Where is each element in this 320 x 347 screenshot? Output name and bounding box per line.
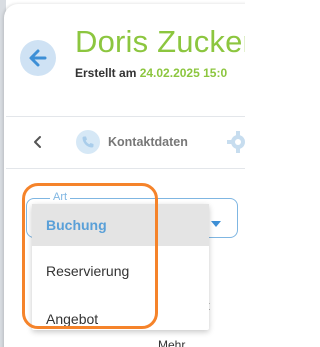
gear-icon[interactable] (226, 130, 245, 154)
created-prefix: Erstellt am (75, 66, 140, 80)
option-buchung[interactable]: Buchung (32, 204, 209, 246)
art-select-label: Art (50, 191, 71, 203)
tab-label: Kontaktdaten (108, 135, 188, 149)
page-title: Doris Zucker (75, 24, 245, 59)
option-angebot[interactable]: Angebot (32, 298, 209, 340)
tab-kontaktdaten[interactable]: Kontaktdaten (76, 128, 188, 156)
phone-icon (76, 130, 100, 154)
divider (6, 168, 245, 169)
art-dropdown-menu: Buchung Reservierung Angebot (32, 204, 209, 330)
created-date: 24.02.2025 15:0 (139, 66, 228, 80)
chevron-left-icon (34, 136, 41, 148)
back-button[interactable] (20, 40, 56, 76)
arrow-left-icon (29, 49, 47, 67)
option-reservierung[interactable]: Reservierung (32, 250, 209, 292)
tab-scroll-left-button[interactable] (28, 130, 48, 154)
created-info: Erstellt am 24.02.2025 15:0 (75, 66, 227, 80)
caret-down-icon (211, 221, 221, 227)
divider (6, 116, 245, 117)
page: Doris Zucker Erstellt am 24.02.2025 15:0… (0, 0, 245, 347)
